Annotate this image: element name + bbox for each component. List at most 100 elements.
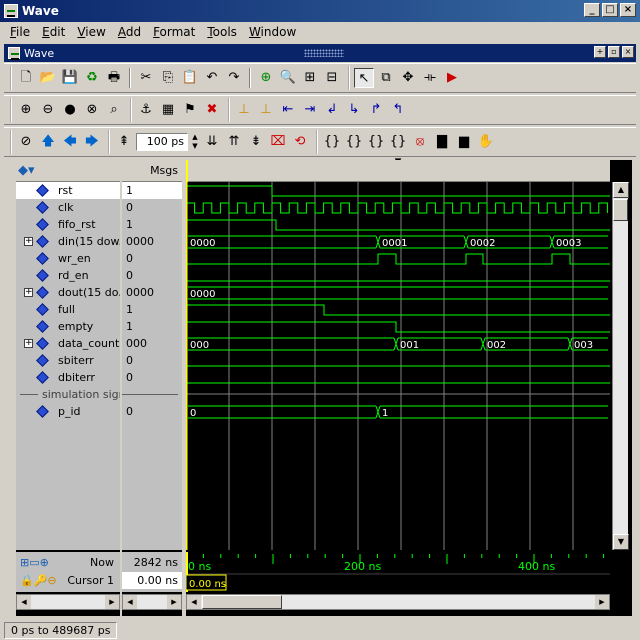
prev-edge-icon[interactable]: ⇤ xyxy=(278,100,298,120)
redo-icon[interactable]: ↷ xyxy=(224,68,244,88)
signal-value-row[interactable]: 1 xyxy=(122,318,182,335)
signal-value-row[interactable]: 0000 xyxy=(122,233,182,250)
pan-icon[interactable]: ✥ xyxy=(398,68,418,88)
signal-value-row[interactable]: 0000 xyxy=(122,284,182,301)
zoom-cursor-icon[interactable]: ⊗ xyxy=(82,100,102,120)
signal-value-row[interactable]: 000 xyxy=(122,335,182,352)
dock-button[interactable]: + xyxy=(594,46,606,58)
menu-tools[interactable]: Tools xyxy=(201,25,243,39)
menu-window[interactable]: Window xyxy=(243,25,302,39)
run-icon[interactable]: ⇊ xyxy=(202,132,222,152)
signal-value-row[interactable]: 0 xyxy=(122,199,182,216)
signal-row[interactable]: p_id xyxy=(16,403,120,420)
run-length-icon[interactable]: ⇞ xyxy=(114,132,134,152)
values-scroll-right[interactable]: ▶ xyxy=(167,595,181,609)
menu-view[interactable]: View xyxy=(71,25,111,39)
break-icon[interactable]: ⌧ xyxy=(268,132,288,152)
stop-icon[interactable]: ⊘ xyxy=(16,132,36,152)
signal-value-row[interactable]: 1 xyxy=(122,301,182,318)
signal-row[interactable]: clk xyxy=(16,199,120,216)
edit-mode-icon[interactable]: ⟛ xyxy=(420,68,440,88)
expand-icon[interactable]: + xyxy=(24,237,33,246)
step-icon[interactable]: {} xyxy=(322,132,342,152)
signal-row[interactable]: rst xyxy=(16,182,120,199)
zoom-in-icon[interactable]: ⊕ xyxy=(16,100,36,120)
values-scroll-left[interactable]: ◀ xyxy=(123,595,137,609)
signal-value-row[interactable]: 0 xyxy=(122,369,182,386)
names-hscrollbar[interactable]: ◀ ▶ xyxy=(16,594,120,610)
signal-row[interactable]: empty xyxy=(16,318,120,335)
wave-subwindow-titlebar[interactable]: Wave + ▫ × xyxy=(4,44,636,62)
drag-grip[interactable] xyxy=(304,49,344,57)
names-scroll-left[interactable]: ◀ xyxy=(17,595,31,609)
scroll-up-button[interactable]: ▲ xyxy=(613,182,629,198)
signal-value-row[interactable]: 1 xyxy=(122,182,182,199)
menu-file[interactable]: File xyxy=(4,25,36,39)
close-button[interactable]: × xyxy=(620,3,636,17)
expand-icon[interactable]: + xyxy=(24,288,33,297)
next-falling-icon[interactable]: ↳ xyxy=(344,100,364,120)
time-axis[interactable]: 0 ns 200 ns 400 ns 0.00 ns xyxy=(185,552,610,592)
signal-row[interactable]: dbiterr xyxy=(16,369,120,386)
copy-icon[interactable]: ⎘ xyxy=(158,68,178,88)
signal-value-row[interactable]: 0 xyxy=(122,250,182,267)
performance-icon[interactable]: ▆ xyxy=(454,132,474,152)
next-rising-icon[interactable]: ↰ xyxy=(388,100,408,120)
step-out-icon[interactable]: {} xyxy=(366,132,386,152)
run-all-icon[interactable]: ⇟ xyxy=(246,132,266,152)
undock-button[interactable]: ▫ xyxy=(608,46,620,58)
open-folder-icon[interactable]: 📂 xyxy=(38,68,58,88)
menu-edit[interactable]: Edit xyxy=(36,25,71,39)
subwindow-close-button[interactable]: × xyxy=(622,46,634,58)
signal-row[interactable]: rd_en xyxy=(16,267,120,284)
wave-hscrollbar[interactable]: ◀ ▶ xyxy=(186,594,610,610)
signal-names-pane[interactable]: ◆▾ rst clk fifo_rst + din(15 dow... wr_en rd_e… xyxy=(16,160,120,550)
undo-icon[interactable]: ↶ xyxy=(202,68,222,88)
column-splitter[interactable] xyxy=(120,160,122,616)
hand-icon[interactable]: ✋ xyxy=(476,132,496,152)
delete-cursor-icon[interactable]: ⊥ xyxy=(256,100,276,120)
signal-row[interactable]: + dout(15 do... xyxy=(16,284,120,301)
signal-row[interactable]: full xyxy=(16,301,120,318)
waveform-canvas[interactable]: 0000 0001 0002 0003 0000 000 001 002 003 0 1 xyxy=(186,182,610,550)
vertical-scrollbar[interactable]: ▲ ▼ xyxy=(612,182,629,550)
wave-options-icon[interactable]: ◆▾ xyxy=(18,163,35,178)
signal-value-row[interactable]: 0 xyxy=(122,403,182,420)
wave-scroll-left[interactable]: ◀ xyxy=(187,595,201,609)
scroll-down-button[interactable]: ▼ xyxy=(613,534,629,550)
window-titlebar[interactable]: Wave _ □ × xyxy=(0,0,640,22)
menu-add[interactable]: Add xyxy=(112,25,147,39)
bookmark-delete-icon[interactable]: ✖ xyxy=(202,100,222,120)
signal-row[interactable]: sbiterr xyxy=(16,352,120,369)
signal-row[interactable]: wr_en xyxy=(16,250,120,267)
paste-icon[interactable]: 📋 xyxy=(180,68,200,88)
run-length-input[interactable]: 100 ps xyxy=(136,133,188,151)
cursor-icons[interactable]: 🔒🔑⊖ xyxy=(20,574,57,587)
signal-icon[interactable]: ▶ xyxy=(442,68,462,88)
add-icon[interactable]: ⊕ xyxy=(256,68,276,88)
reload-icon[interactable]: ♻ xyxy=(82,68,102,88)
zoom-full-icon[interactable]: ● xyxy=(60,100,80,120)
step-over-icon[interactable]: {} xyxy=(344,132,364,152)
hierarchy-icon[interactable]: ⊞ xyxy=(300,68,320,88)
now-icons[interactable]: ⊞▭⊕ xyxy=(20,556,49,569)
vertical-scroll-thumb[interactable] xyxy=(613,199,628,221)
clear-icon[interactable]: ⦻ xyxy=(410,132,430,152)
names-scroll-right[interactable]: ▶ xyxy=(105,595,119,609)
bookmark-add-icon[interactable]: ⚑ xyxy=(180,100,200,120)
step-dropdown-icon[interactable]: {}▾ xyxy=(388,132,408,169)
bookmark-icon[interactable]: ⚓ xyxy=(136,100,156,120)
zoom-out-icon[interactable]: ⊖ xyxy=(38,100,58,120)
print-icon[interactable]: 🖶 xyxy=(104,68,124,88)
tree-icon[interactable]: ⊟ xyxy=(322,68,342,88)
find-icon[interactable]: 🔍 xyxy=(278,68,298,88)
signal-value-row[interactable]: 0 xyxy=(122,352,182,369)
profile-icon[interactable]: ▇ xyxy=(432,132,452,152)
select-pointer-icon[interactable]: ↖ xyxy=(354,68,374,88)
grid-icon[interactable]: ▦ xyxy=(158,100,178,120)
new-file-icon[interactable]: 🗋 xyxy=(16,68,36,88)
zoom-mode-icon[interactable]: ⧉ xyxy=(376,68,396,88)
divider-row[interactable]: simulation signals xyxy=(16,386,120,403)
signal-row[interactable]: fifo_rst xyxy=(16,216,120,233)
prev-falling-icon[interactable]: ↲ xyxy=(322,100,342,120)
